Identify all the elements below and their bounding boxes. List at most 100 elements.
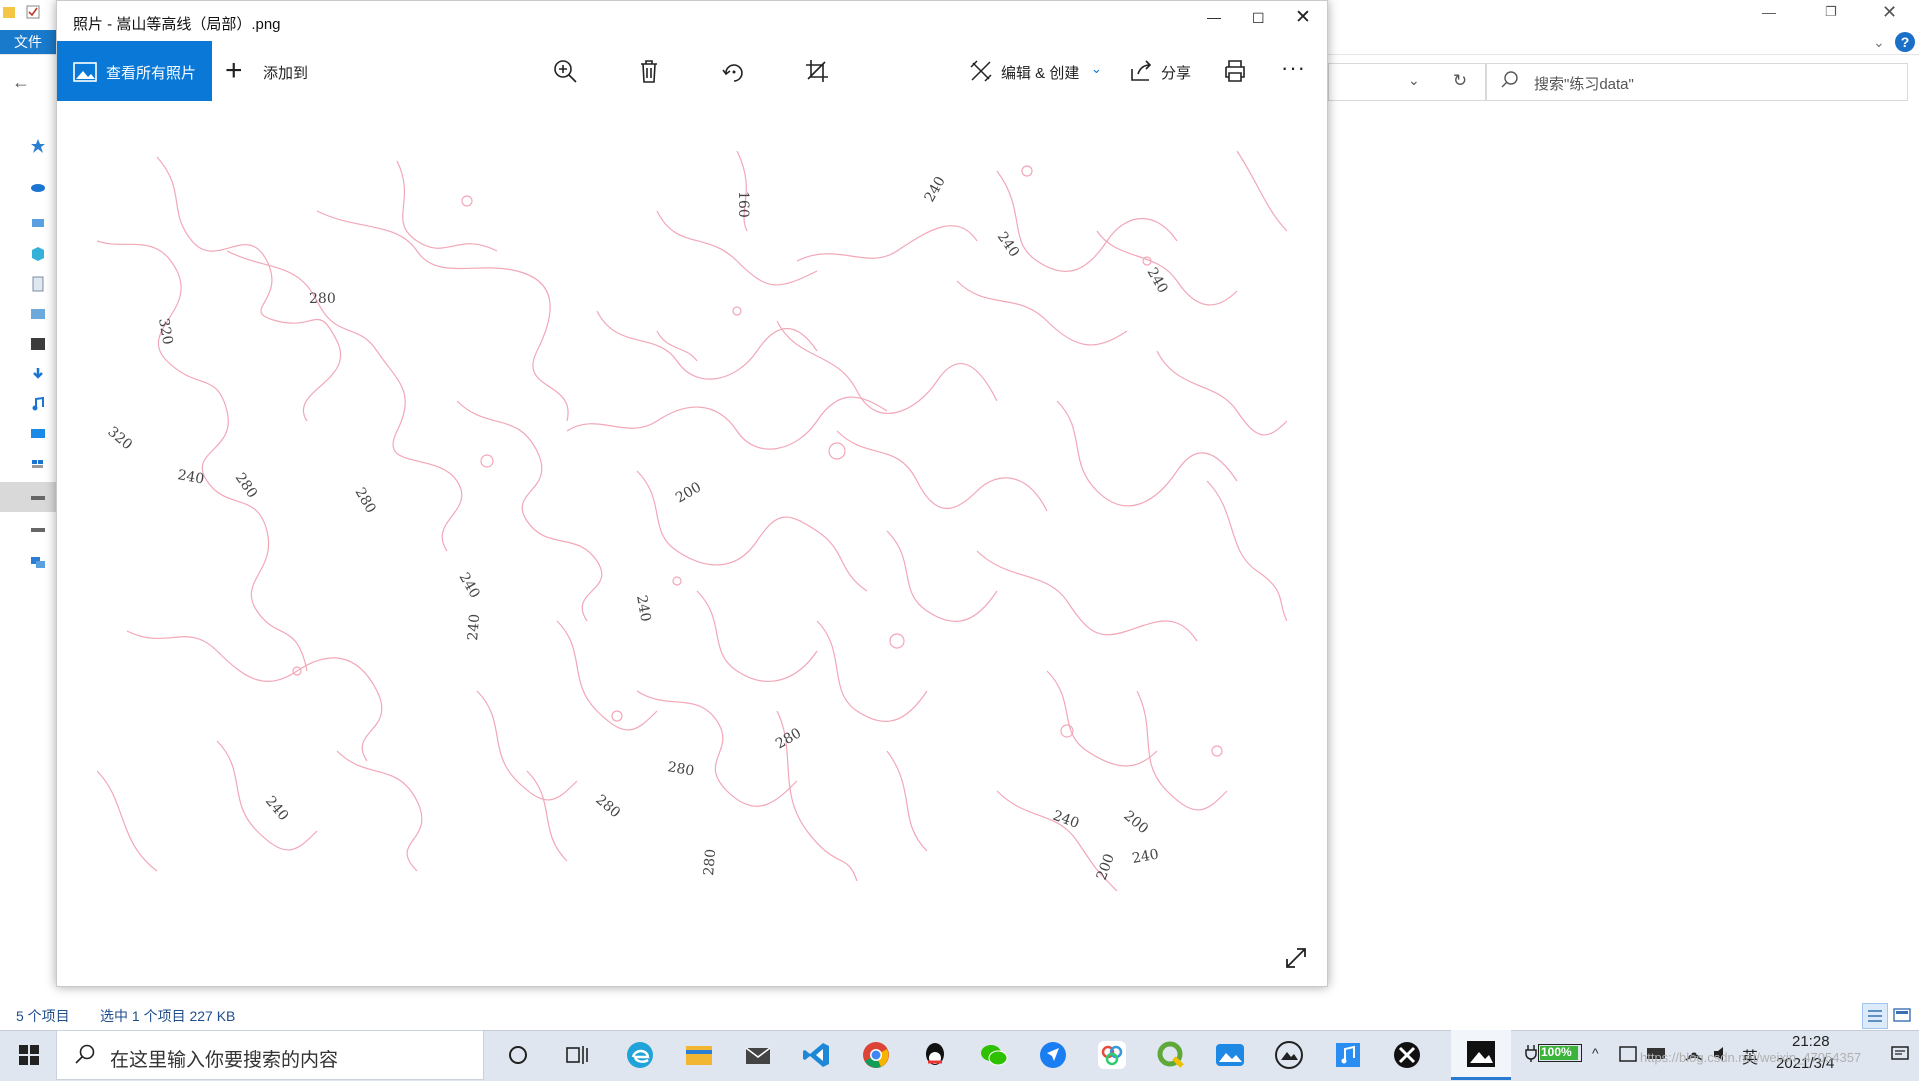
xbox-app-icon[interactable]: [1389, 1037, 1425, 1073]
large-icons-view-button[interactable]: [1892, 1005, 1912, 1025]
contour-label: 280: [773, 725, 804, 752]
chrome-app-icon[interactable]: [858, 1037, 894, 1073]
clock-time[interactable]: 21:28: [1792, 1033, 1830, 1050]
virtualbox-app-icon[interactable]: [1271, 1037, 1307, 1073]
status-item-count: 5 个项目: [16, 1008, 70, 1024]
edge-app-icon[interactable]: [622, 1037, 658, 1073]
pictures-icon[interactable]: [30, 306, 46, 322]
contour-label: 240: [1051, 808, 1082, 832]
add-to-label: 添加到: [263, 65, 309, 82]
qq-app-icon[interactable]: [917, 1037, 953, 1073]
onedrive-icon[interactable]: [30, 178, 46, 194]
edit-create-chevron-down-icon[interactable]: ⌄: [1091, 61, 1102, 77]
windows-start-icon[interactable]: [18, 1044, 40, 1066]
contour-label: 200: [1120, 808, 1151, 837]
contour-label: 160: [735, 191, 751, 218]
videos-icon[interactable]: [30, 336, 46, 352]
contour-label: 280: [309, 291, 336, 307]
ribbon-expand-icon[interactable]: ⌄: [1873, 34, 1885, 51]
edit-create-icon[interactable]: [967, 57, 995, 85]
address-dropdown-icon[interactable]: ⌄: [1408, 72, 1420, 89]
taskbar-search-icon: [75, 1044, 95, 1064]
music-app-icon[interactable]: [1330, 1037, 1366, 1073]
contour-label: 240: [922, 174, 949, 205]
show-hidden-icons-chevron-up-icon[interactable]: ^: [1592, 1045, 1599, 1061]
refresh-icon[interactable]: ↻: [1442, 64, 1478, 98]
large-icons-view-icon: [1893, 1008, 1911, 1022]
music-icon[interactable]: [30, 396, 46, 412]
contour-label: 240: [994, 229, 1022, 260]
documents-icon[interactable]: [30, 276, 46, 292]
details-view-icon: [1868, 1010, 1882, 1022]
explorer-minimize-icon[interactable]: —: [1762, 4, 1776, 20]
explorer-close-icon[interactable]: ✕: [1882, 2, 1897, 23]
map-app-icon[interactable]: [1212, 1037, 1248, 1073]
3d-objects-icon[interactable]: [30, 246, 46, 262]
file-tab[interactable]: 文件: [0, 30, 56, 54]
desktop-icon[interactable]: [30, 426, 46, 442]
drive-icon-2[interactable]: [30, 520, 46, 536]
navigation-pane: [0, 130, 56, 570]
details-view-button[interactable]: [1862, 1003, 1888, 1029]
contour-label: 200: [1094, 852, 1118, 883]
csdn-watermark: https://blog.csdn.net/weixin_47054357: [1640, 1050, 1862, 1065]
dingtalk-app-icon[interactable]: [1035, 1037, 1071, 1073]
qgis-app-icon[interactable]: [1153, 1037, 1189, 1073]
plus-icon: +: [225, 54, 243, 87]
wechat-app-icon[interactable]: [976, 1037, 1012, 1073]
contour-label: 280: [701, 848, 719, 876]
print-icon[interactable]: [1221, 57, 1249, 85]
network-icon[interactable]: [30, 554, 46, 570]
crop-icon[interactable]: [803, 57, 831, 85]
status-selection: 选中 1 个项目 227 KB: [100, 1008, 236, 1024]
back-arrow-icon[interactable]: ←: [12, 72, 30, 93]
search-icon: [1501, 71, 1518, 88]
contour-label: 240: [633, 594, 653, 623]
edit-create-label[interactable]: 编辑 & 创建: [1001, 62, 1079, 83]
contour-label: 240: [456, 570, 483, 601]
photos-app-icon-active[interactable]: [1451, 1030, 1511, 1080]
zoom-in-icon[interactable]: [551, 57, 579, 85]
file-explorer-app-icon[interactable]: [681, 1037, 717, 1073]
photo-gallery-icon: [73, 62, 97, 82]
power-plug-icon[interactable]: [1524, 1044, 1538, 1062]
share-label[interactable]: 分享: [1161, 62, 1191, 83]
properties-icon[interactable]: [26, 4, 40, 20]
photos-close-icon[interactable]: ✕: [1295, 6, 1311, 29]
notification-center-icon[interactable]: [1890, 1044, 1910, 1064]
baidu-netdisk-app-icon[interactable]: [1094, 1037, 1130, 1073]
explorer-restore-icon[interactable]: ❐: [1825, 4, 1837, 20]
view-all-photos-button[interactable]: 查看所有照片: [57, 41, 212, 101]
contour-label: 240: [176, 467, 205, 487]
contour-lines: [97, 151, 1287, 891]
downloads-icon[interactable]: [30, 366, 46, 382]
vscode-app-icon[interactable]: [799, 1037, 835, 1073]
contour-label: 240: [1131, 847, 1160, 867]
contour-label: 280: [666, 759, 695, 779]
contour-label: 320: [104, 424, 135, 453]
contour-label: 280: [232, 470, 260, 501]
mail-app-icon[interactable]: [740, 1037, 776, 1073]
explorer-quick-access-icons: [2, 4, 40, 20]
contour-label: 280: [592, 792, 623, 821]
cortana-icon[interactable]: [505, 1042, 531, 1068]
contour-label: 200: [673, 479, 704, 506]
explorer-search-placeholder: 搜索"练习data": [1534, 76, 1634, 93]
tray-app-icon[interactable]: [1618, 1044, 1638, 1064]
photos-maximize-icon[interactable]: ☐: [1252, 10, 1265, 27]
view-all-photos-label: 查看所有照片: [106, 65, 197, 82]
share-icon[interactable]: [1127, 57, 1155, 85]
folder-icon[interactable]: [2, 4, 16, 20]
help-icon[interactable]: ?: [1895, 32, 1915, 52]
contour-labels: 160 240 240 240 280 320 320 240 280 280 …: [104, 174, 1170, 883]
task-view-icon[interactable]: [564, 1042, 590, 1068]
more-options-icon[interactable]: ···: [1281, 55, 1306, 81]
delete-icon[interactable]: [635, 57, 663, 85]
this-pc-icon[interactable]: [30, 216, 46, 232]
star-icon[interactable]: [30, 138, 46, 154]
drive-icon[interactable]: [30, 488, 46, 504]
photos-minimize-icon[interactable]: —: [1207, 9, 1221, 25]
windows-drive-icon[interactable]: [30, 456, 46, 472]
rotate-icon[interactable]: [719, 57, 747, 85]
expand-fullscreen-icon[interactable]: [1283, 945, 1309, 971]
